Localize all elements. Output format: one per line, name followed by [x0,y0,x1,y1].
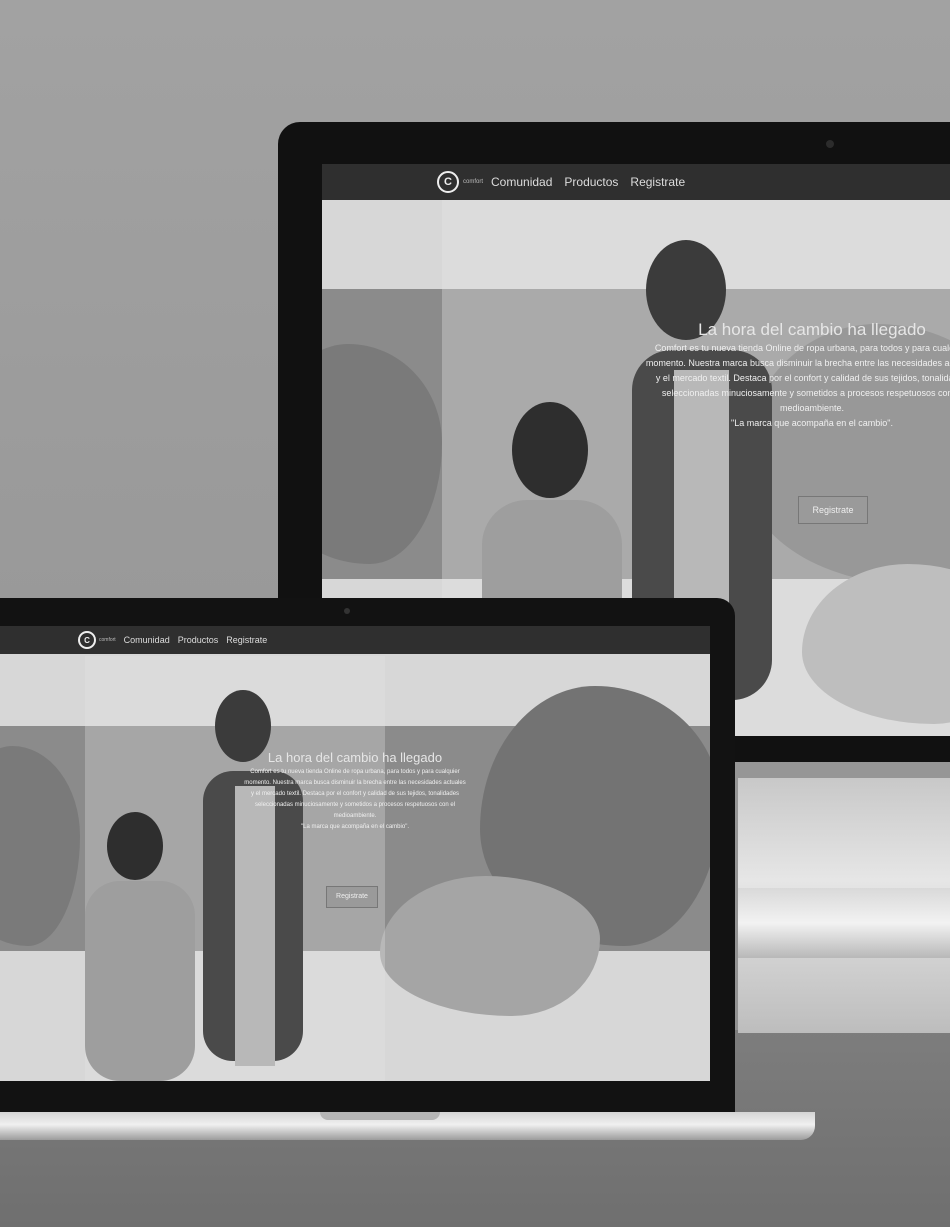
hero-body-line: momento. Nuestra marca busca disminuir l… [645,358,950,368]
hero-tagline: "La marca que acompaña en el cambio". [301,824,409,830]
hero-body-line: Comfort es tu nueva tienda Online de rop… [654,343,950,353]
nav-link-comunidad[interactable]: Comunidad [491,175,552,189]
monitor-stand [738,778,950,1033]
decorative-blob [380,876,600,1016]
hero-title: La hora del cambio ha llegado [267,750,443,765]
nav-link-productos[interactable]: Productos [178,635,219,645]
navbar: C comfort Comunidad Productos Registrate [322,164,950,200]
nav-link-comunidad[interactable]: Comunidad [124,635,170,645]
monitor-stand-neck [738,888,950,958]
nav-link-registrate[interactable]: Registrate [630,175,685,189]
navbar: C comfort Comunidad Productos Registrate [0,626,710,654]
webcam-icon [344,608,350,614]
hero-body-line: Comfort es tu nueva tienda Online de rop… [250,769,460,775]
models-illustration [85,690,303,1081]
brand-name[interactable]: comfort [463,179,483,185]
hero-body-line: seleccionadas minuciosamente y sometidos… [254,802,456,808]
brand-logo-icon[interactable]: C [437,171,459,193]
register-button[interactable]: Registrate [798,496,868,524]
laptop-base [0,1112,815,1140]
hero-text: La hora del cambio ha llegado Comfort es… [190,750,520,833]
hero-title: La hora del cambio ha llegado [698,320,926,339]
laptop: C comfort Comunidad Productos Registrate… [0,598,735,1118]
laptop-notch [320,1112,440,1120]
hero-body-line: y el mercado textil. Destaca por el conf… [655,373,950,383]
register-button[interactable]: Registrate [326,886,378,908]
hero-text: La hora del cambio ha llegado Comfort es… [602,320,950,431]
nav-link-registrate[interactable]: Registrate [226,635,267,645]
hero-body-line: medioambiente. [779,403,845,413]
nav-link-productos[interactable]: Productos [564,175,618,189]
brand-logo-icon[interactable]: C [78,631,96,649]
hero-body-line: momento. Nuestra marca busca disminuir l… [244,780,466,786]
hero-photo [85,656,385,1081]
website-laptop: C comfort Comunidad Productos Registrate… [0,626,710,1081]
hero-body-line: y el mercado textil. Destaca por el conf… [250,791,460,797]
hero-body-line: medioambiente. [333,813,377,819]
webcam-icon [826,140,834,148]
laptop-screen: C comfort Comunidad Productos Registrate… [0,626,710,1081]
hero-tagline: "La marca que acompaña en el cambio". [731,418,893,428]
hero-body-line: seleccionadas minuciosamente y sometidos… [661,388,950,398]
brand-name[interactable]: comfort [99,637,116,643]
